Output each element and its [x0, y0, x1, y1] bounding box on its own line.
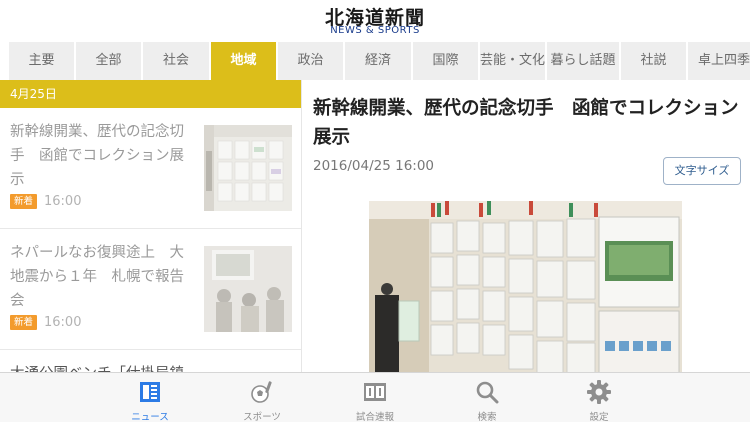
bottom-tab-bar: ニュース スポーツ 試合速報 検索 設定 — [0, 372, 750, 422]
newspaper-icon — [140, 382, 160, 402]
tab-main[interactable]: 主要 — [9, 42, 74, 80]
list-date-header: 4月25日 — [0, 80, 301, 108]
article-date: 2016/04/25 16:00 — [313, 158, 435, 174]
list-item[interactable]: 新幹線開業、歴代の記念切手 函館でコレクション展示 新着 16:00 — [0, 108, 301, 228]
list-item-time: 16:00 — [44, 315, 82, 330]
tab-sports[interactable]: スポーツ — [212, 373, 312, 422]
list-item-thumbnail — [204, 246, 292, 332]
app-logo-subtitle: NEWS & SPORTS — [330, 25, 420, 36]
tab-economy[interactable]: 経済 — [345, 42, 411, 80]
tab-search[interactable]: 検索 — [437, 373, 537, 422]
tab-live-scores-label: 試合速報 — [355, 412, 394, 422]
scoreboard-icon — [364, 383, 386, 401]
tab-lifestyle[interactable]: 暮らし話題 — [547, 42, 619, 80]
article-list: 4月25日 新幹線開業、歴代の記念切手 函館でコレクション展示 新着 16:00 — [0, 80, 302, 372]
tab-column[interactable]: 卓上四季 — [688, 42, 750, 80]
article-title: 新幹線開業、歴代の記念切手 函館でコレクション展示 — [313, 98, 739, 148]
tab-entertainment-culture[interactable]: 芸能・文化 — [480, 42, 545, 80]
tab-politics[interactable]: 政治 — [278, 42, 343, 80]
tab-editorial[interactable]: 社説 — [621, 42, 686, 80]
gear-icon — [587, 380, 611, 404]
tab-sports-label: スポーツ — [243, 412, 281, 422]
font-size-button[interactable]: 文字サイズ — [663, 157, 741, 185]
tab-news[interactable]: ニュース — [100, 373, 200, 422]
list-item-title: 大通公園ベンチ「仕掛局鎮 — [10, 362, 196, 372]
category-tabs: 主要 全部 社会 地域 政治 経済 国際 芸能・文化 暮らし話題 社説 卓上四季 — [0, 40, 750, 80]
list-item[interactable]: 大通公園ベンチ「仕掛局鎮 — [0, 350, 301, 372]
new-badge: 新着 — [10, 194, 38, 209]
tab-society[interactable]: 社会 — [143, 42, 209, 80]
article-photo — [369, 201, 682, 372]
tab-settings-label: 設定 — [589, 412, 609, 422]
list-item[interactable]: ネパールなお復興途上 大地震から１年 札幌で報告会 新着 16:00 — [0, 229, 301, 349]
tab-international[interactable]: 国際 — [413, 42, 478, 80]
list-item-thumbnail — [204, 125, 292, 211]
tab-all[interactable]: 全部 — [76, 42, 141, 80]
list-item-title: 新幹線開業、歴代の記念切手 函館でコレクション展示 — [10, 124, 184, 188]
list-item-title: ネパールなお復興途上 大地震から１年 札幌で報告会 — [10, 245, 184, 309]
app-header: 北海道新聞 NEWS & SPORTS — [0, 0, 750, 40]
soccer-ball-icon — [251, 381, 272, 403]
list-item-time: 16:00 — [44, 194, 82, 209]
tab-settings[interactable]: 設定 — [549, 373, 649, 422]
tab-region[interactable]: 地域 — [211, 42, 276, 80]
tab-news-label: ニュース — [131, 412, 169, 422]
article-detail: 新幹線開業、歴代の記念切手 函館でコレクション展示 2016/04/25 16:… — [303, 80, 750, 372]
search-icon — [476, 381, 499, 404]
tab-search-label: 検索 — [477, 412, 497, 422]
tab-live-scores[interactable]: 試合速報 — [325, 373, 425, 422]
new-badge: 新着 — [10, 315, 38, 330]
